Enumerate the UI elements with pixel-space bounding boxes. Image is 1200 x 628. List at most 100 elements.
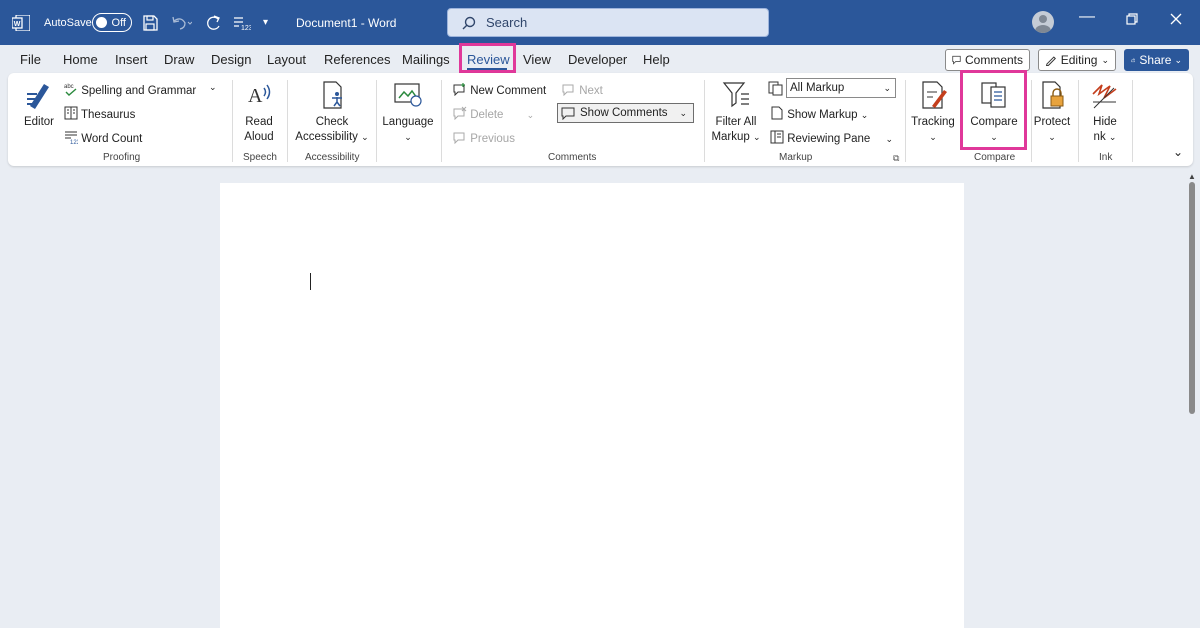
document-page[interactable]	[220, 183, 964, 628]
separator	[704, 80, 705, 162]
delete-comment-icon	[453, 106, 467, 121]
tab-developer[interactable]: Developer	[568, 52, 627, 67]
search-box[interactable]: Search	[447, 8, 769, 37]
tab-insert[interactable]: Insert	[115, 52, 148, 67]
new-comment-icon	[453, 83, 465, 97]
separator	[1132, 80, 1133, 162]
display-for-review-icon	[768, 81, 783, 99]
pencil-icon	[1045, 56, 1056, 66]
restore-icon[interactable]	[1126, 12, 1138, 30]
previous-label: Previous	[470, 133, 515, 145]
tab-draw[interactable]: Draw	[164, 52, 194, 67]
spelling-grammar-button[interactable]: abc Spelling and Grammar	[64, 82, 196, 97]
search-placeholder: Search	[486, 15, 528, 30]
previous-comment-button[interactable]: Previous	[453, 130, 515, 145]
separator	[1078, 80, 1079, 162]
scrollbar-thumb[interactable]	[1189, 182, 1195, 414]
word-logo-icon: W	[12, 0, 34, 45]
tab-references[interactable]: References	[324, 52, 390, 67]
review-tab-highlight	[459, 43, 516, 73]
editor-label: Editor	[23, 116, 55, 128]
filter-all-markup-button[interactable]: Filter All Markup ⌄	[710, 80, 762, 145]
chevron-down-icon: ⌄	[1048, 132, 1056, 142]
tab-help[interactable]: Help	[643, 52, 670, 67]
accessibility-label: Accessibility	[295, 131, 358, 143]
aloud-label: Aloud	[244, 131, 274, 143]
editing-label: Editing	[1060, 53, 1098, 67]
show-markup-label: Show Markup	[787, 109, 858, 121]
hide-ink-button[interactable]: Hide nk ⌄	[1084, 80, 1126, 145]
svg-text:123: 123	[241, 25, 251, 31]
title-bar: W AutoSave Off 123 ▾ Document1 - Word Se…	[0, 0, 1200, 45]
svg-text:A: A	[248, 85, 263, 107]
filter-icon	[722, 82, 749, 108]
tracking-button[interactable]: Tracking ⌄	[908, 80, 958, 145]
markup-dialog-launcher-icon[interactable]: ⧉	[893, 153, 899, 164]
all-markup-label: All Markup	[790, 82, 845, 94]
filter-all-label: Filter All	[715, 116, 757, 128]
comment-icon	[952, 55, 961, 65]
chevron-down-icon: ⌄	[929, 132, 937, 142]
editor-icon	[27, 84, 49, 109]
editing-mode-button[interactable]: Editing ⌄	[1038, 49, 1116, 71]
hide-label: Hide	[1093, 116, 1117, 128]
minimize-icon[interactable]: —	[1079, 8, 1095, 26]
collapse-ribbon-icon[interactable]: ⌄	[1173, 145, 1183, 159]
tab-view[interactable]: View	[523, 52, 551, 67]
chevron-down-icon: ⌄	[526, 110, 535, 120]
protect-button[interactable]: Protect ⌄	[1030, 80, 1074, 145]
show-markup-button[interactable]: Show Markup ⌄	[770, 106, 868, 121]
next-label: Next	[579, 85, 603, 97]
separator	[905, 80, 906, 162]
read-aloud-icon: A	[248, 84, 271, 107]
language-button[interactable]: Language ⌄	[382, 80, 434, 145]
display-for-review-dropdown[interactable]: All Markup ⌄	[786, 78, 896, 98]
autosave-toggle[interactable]: Off	[92, 0, 132, 45]
tab-layout[interactable]: Layout	[267, 52, 306, 67]
markup-label: Markup	[711, 131, 750, 143]
undo-icon[interactable]	[170, 0, 192, 45]
next-comment-button[interactable]: Next	[562, 82, 603, 97]
new-comment-button[interactable]: New Comment	[453, 82, 546, 97]
tab-design[interactable]: Design	[211, 52, 251, 67]
thesaurus-button[interactable]: Thesaurus	[64, 106, 135, 121]
vertical-scrollbar[interactable]: ▲	[1188, 172, 1200, 628]
chevron-down-icon: ⌄	[361, 132, 369, 142]
scroll-up-icon[interactable]: ▲	[1188, 172, 1196, 181]
autosave-label: AutoSave	[44, 16, 92, 29]
comments-button[interactable]: Comments	[945, 49, 1030, 71]
editor-button[interactable]: Editor	[20, 80, 58, 130]
save-icon[interactable]	[142, 0, 158, 45]
reviewing-pane-button[interactable]: Reviewing Pane ⌄	[770, 130, 893, 145]
thesaurus-label: Thesaurus	[81, 109, 136, 121]
customize-qat-icon[interactable]: ▾	[263, 0, 268, 45]
chevron-down-icon: ⌄	[753, 132, 761, 142]
share-button[interactable]: Share ⌄	[1124, 49, 1189, 71]
search-icon	[462, 16, 476, 29]
redo-icon[interactable]	[205, 0, 223, 45]
share-icon	[1131, 58, 1135, 63]
lock-icon	[1042, 81, 1064, 109]
tab-mailings[interactable]: Mailings	[402, 52, 450, 67]
numbering-icon[interactable]: 123	[233, 0, 251, 45]
comments-label: Comments	[964, 53, 1023, 67]
tab-file[interactable]: File	[20, 52, 41, 67]
previous-comment-icon	[453, 132, 465, 145]
close-icon[interactable]	[1170, 12, 1182, 30]
check-accessibility-button[interactable]: Check Accessibility ⌄	[294, 80, 370, 145]
separator	[441, 80, 442, 162]
read-aloud-button[interactable]: A Read Aloud	[240, 80, 278, 145]
tab-home[interactable]: Home	[63, 52, 98, 67]
svg-text:abc: abc	[64, 84, 74, 90]
avatar[interactable]	[1032, 11, 1054, 33]
tracking-icon	[922, 81, 947, 109]
delete-comment-button[interactable]: Delete ⌄	[453, 106, 534, 121]
check-label: Check	[315, 116, 349, 128]
show-comments-button[interactable]: Show Comments ⌄	[557, 103, 694, 123]
spelling-dropdown-icon[interactable]: ⌄	[209, 82, 217, 93]
word-count-button[interactable]: 123 Word Count	[64, 130, 142, 146]
group-label-ink: Ink	[1099, 152, 1113, 163]
chevron-down-icon: ⌄	[1108, 132, 1117, 142]
document-title: Document1 - Word	[296, 15, 397, 30]
new-comment-label: New Comment	[470, 85, 547, 97]
